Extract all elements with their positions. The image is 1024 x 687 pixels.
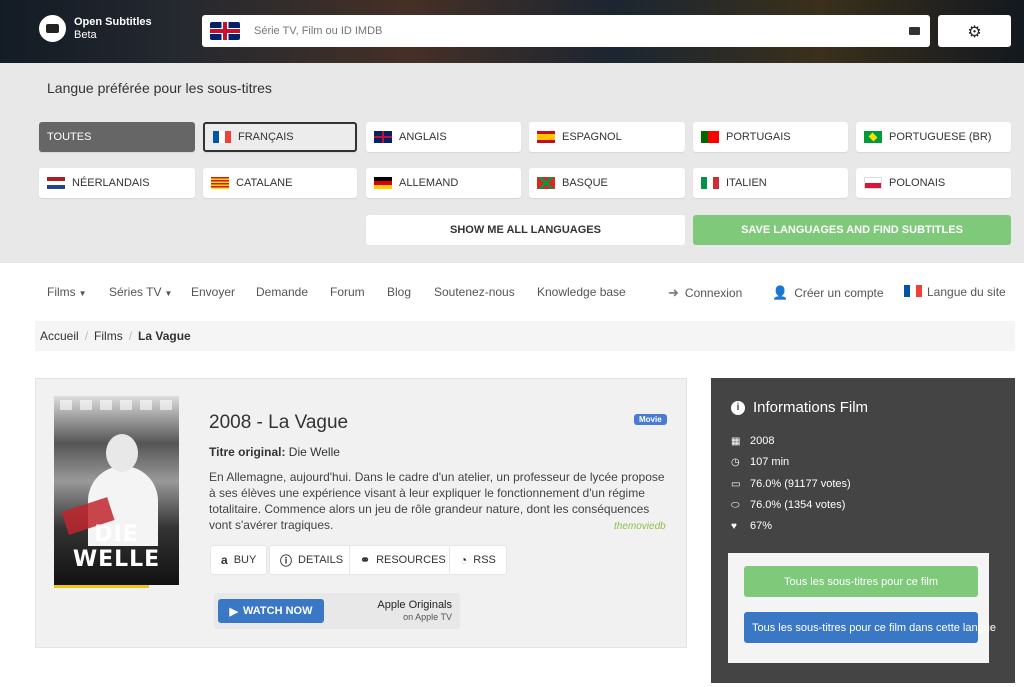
language-title: Langue préférée pour les sous-titres — [47, 80, 272, 96]
lang-german-button[interactable]: ALLEMAND — [366, 168, 521, 198]
movie-poster[interactable]: DIE WELLE — [54, 396, 179, 585]
original-title: Titre original: Die Welle — [209, 445, 340, 459]
lang-spanish-button[interactable]: ESPAGNOL — [529, 122, 685, 152]
apple-originals-text: Apple Originals on Apple TV — [377, 599, 452, 622]
info-icon: ⓘ — [280, 553, 293, 568]
site-logo[interactable]: Open Subtitles Beta — [39, 15, 152, 42]
main-nav: Films ▼ Séries TV ▼ Envoyer Demande Forum … — [0, 263, 1024, 321]
nav-support[interactable]: Soutenez-nous — [434, 285, 515, 299]
logo-sub: Beta — [74, 28, 97, 41]
subtitle-links-panel: Tous les sous-titres pour ce film Tous l… — [728, 553, 996, 663]
movie-type-badge: Movie — [634, 414, 667, 425]
play-icon: ▶ — [229, 605, 238, 618]
lang-dutch-button[interactable]: NÉERLANDAIS — [39, 168, 195, 198]
movie-info-panel: i Informations Film ▦ 2008 ◷ 107 min ▭ 76.0… — [711, 378, 1015, 683]
lang-english-button[interactable]: ANGLAIS — [366, 122, 521, 152]
lang-italian-button[interactable]: ITALIEN — [693, 168, 848, 198]
lang-basque-button[interactable]: BASQUE — [529, 168, 685, 198]
lang-all-button[interactable]: TOUTES — [39, 122, 195, 152]
rss-button[interactable]: ◔ RSS — [449, 545, 507, 575]
search-bar — [202, 15, 930, 47]
language-subtitles-button[interactable]: Tous les sous-titres pour ce film dans c… — [744, 612, 996, 643]
heart-icon: ♥ — [731, 520, 737, 532]
login-icon: ➜ — [668, 285, 679, 300]
flag-pl-icon — [864, 177, 882, 189]
movie-card: DIE WELLE 2008 - La Vague Movie Titre or… — [35, 378, 687, 648]
uk-flag-icon[interactable] — [210, 22, 240, 40]
source-link[interactable]: themoviedb — [614, 521, 666, 532]
clock-icon: ◷ — [731, 456, 740, 468]
info-year: ▦ 2008 — [731, 435, 775, 447]
flag-eu-icon — [537, 177, 555, 189]
apple-tv-banner: ▶ WATCH NOW Apple Originals on Apple TV — [214, 593, 460, 629]
caret-down-icon: ▼ — [78, 289, 87, 298]
logo-icon — [39, 15, 66, 42]
movie-title: 2008 - La Vague — [209, 412, 349, 433]
lang-catalan-button[interactable]: CATALANE — [203, 168, 357, 198]
amazon-icon: a — [221, 553, 228, 567]
flag-uk-icon — [374, 131, 392, 143]
info-duration: ◷ 107 min — [731, 456, 790, 468]
flag-pt-icon — [701, 131, 719, 143]
flag-fr-icon — [213, 131, 231, 143]
nav-login[interactable]: ➜ Connexion — [668, 285, 742, 301]
nav-request[interactable]: Demande — [256, 285, 308, 299]
nav-forum[interactable]: Forum — [330, 285, 365, 299]
tmdb-icon: ⬭ — [731, 499, 740, 511]
info-circle-icon: i — [731, 400, 745, 415]
gear-icon: ⚙ — [967, 21, 982, 41]
flag-nl-icon — [47, 177, 65, 189]
settings-button[interactable]: ⚙ — [938, 15, 1011, 47]
watch-now-button[interactable]: ▶ WATCH NOW — [218, 599, 324, 623]
flag-de-icon — [374, 177, 392, 189]
logo-name: Open Subtitles — [74, 15, 152, 28]
details-button[interactable]: ⓘ DETAILS — [269, 545, 355, 575]
buy-button[interactable]: a BUY — [210, 545, 268, 575]
show-all-languages-button[interactable]: SHOW ME ALL LANGUAGES — [366, 215, 685, 245]
all-subtitles-button[interactable]: Tous les sous-titres pour ce film — [744, 566, 978, 597]
flag-fr-icon — [904, 285, 922, 297]
flag-it-icon — [701, 177, 719, 189]
language-selector: Langue préférée pour les sous-titres TOU… — [0, 63, 1024, 263]
info-likes: ♥ 67% — [731, 520, 773, 532]
search-input[interactable] — [254, 25, 894, 37]
lang-polish-button[interactable]: POLONAIS — [856, 168, 1011, 198]
flag-br-icon — [864, 131, 882, 143]
flag-ca-icon — [211, 177, 229, 189]
breadcrumb-films[interactable]: Films — [94, 329, 123, 343]
nav-blog[interactable]: Blog — [387, 285, 411, 299]
nav-films[interactable]: Films ▼ — [47, 285, 87, 299]
caret-down-icon: ▼ — [164, 289, 173, 298]
breadcrumb-home[interactable]: Accueil — [40, 329, 79, 343]
nav-series[interactable]: Séries TV ▼ — [109, 285, 172, 299]
nav-knowledge-base[interactable]: Knowledge base — [537, 285, 626, 299]
folder-icon[interactable] — [909, 27, 920, 35]
poster-title: DIE WELLE — [72, 522, 161, 572]
poster-rating-bar — [54, 585, 149, 588]
link-icon: ⚭ — [360, 553, 371, 567]
breadcrumb-current: La Vague — [138, 329, 191, 343]
info-title: i Informations Film — [731, 399, 868, 416]
lang-portuguese-button[interactable]: PORTUGAIS — [693, 122, 848, 152]
nav-send[interactable]: Envoyer — [191, 285, 235, 299]
site-header: Open Subtitles Beta ⚙ — [0, 0, 1024, 63]
lang-portuguese-br-button[interactable]: PORTUGUESE (BR) — [856, 122, 1011, 152]
flag-es-icon — [537, 131, 555, 143]
info-imdb-rating: ▭ 76.0% (91177 votes) — [731, 478, 851, 490]
movie-synopsis: En Allemagne, aujourd'hui. Dans le cadre… — [209, 470, 665, 532]
save-languages-button[interactable]: SAVE LANGUAGES AND FIND SUBTITLES — [693, 215, 1011, 245]
rss-icon: ◔ — [460, 553, 468, 567]
calendar-icon: ▦ — [731, 435, 741, 447]
imdb-icon: ▭ — [731, 478, 741, 490]
resources-button[interactable]: ⚭ RESOURCES — [349, 545, 457, 575]
user-plus-icon: 👤 — [772, 285, 789, 300]
lang-french-button[interactable]: FRANÇAIS — [203, 122, 357, 152]
nav-signup[interactable]: 👤 Créer un compte — [772, 285, 884, 301]
breadcrumb: Accueil / Films / La Vague — [35, 321, 1015, 351]
nav-site-language[interactable]: Langue du site — [904, 285, 1006, 299]
info-tmdb-rating: ⬭ 76.0% (1354 votes) — [731, 499, 846, 511]
